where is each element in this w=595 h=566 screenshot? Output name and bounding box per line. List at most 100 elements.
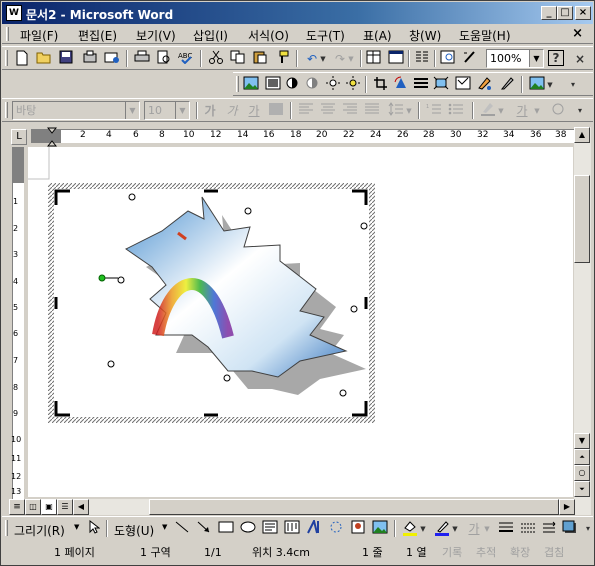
line-style-icon[interactable] (411, 76, 431, 94)
sizing-handle[interactable] (117, 276, 125, 284)
word-app-icon[interactable]: W (6, 5, 22, 21)
underline-button[interactable]: 가 (244, 102, 264, 120)
toolbar-grip[interactable] (236, 76, 239, 92)
zoom-select[interactable]: 100% ▼ (486, 49, 544, 68)
columns-icon[interactable] (412, 50, 432, 68)
line-tool-icon[interactable] (172, 520, 192, 538)
oval-tool-icon[interactable] (238, 520, 258, 538)
status-trk[interactable]: 추적 (476, 545, 496, 563)
font-color-dropdown-icon[interactable]: ▼ (532, 102, 542, 120)
align-left-icon[interactable] (296, 102, 316, 120)
dash-style-icon[interactable] (518, 520, 538, 538)
web-layout-icon[interactable]: ◫ (25, 499, 41, 515)
document-close-icon[interactable]: × (570, 50, 590, 68)
menubar-grip[interactable] (6, 27, 9, 41)
text-wrapping-icon[interactable] (453, 76, 473, 94)
menu-view[interactable]: 보기(V) (136, 27, 176, 44)
bullets-icon[interactable] (446, 102, 466, 120)
toolbar-grip[interactable] (5, 50, 8, 66)
set-transparent-color-icon[interactable] (497, 76, 517, 94)
new-document-icon[interactable] (12, 50, 32, 68)
numbering-icon[interactable]: 1 (424, 102, 444, 120)
character-shading-icon[interactable] (266, 102, 286, 120)
chevron-down-icon[interactable]: ▼ (529, 50, 543, 67)
fill-color-dropdown-icon[interactable]: ▼ (418, 520, 428, 538)
scroll-right-icon[interactable]: ▶ (559, 499, 575, 515)
draw-menu[interactable]: 그리기(R) (14, 522, 65, 539)
hscroll-thumb[interactable] (149, 499, 559, 515)
autoshapes-menu[interactable]: 도형(U) (114, 522, 154, 539)
vertical-ruler[interactable]: 1 2 3 4 5 6 7 8 9 10 11 12 13 (9, 147, 27, 499)
sizing-handle[interactable] (360, 222, 368, 230)
contrast-up-icon[interactable] (283, 76, 303, 94)
sizing-handle[interactable] (107, 360, 115, 368)
rectangle-tool-icon[interactable] (216, 520, 236, 538)
chevron-down-icon[interactable]: ▼ (125, 102, 139, 119)
bold-button[interactable]: 가 (200, 102, 220, 120)
indent-marker-icon[interactable] (47, 127, 57, 147)
select-objects-icon[interactable] (84, 519, 104, 538)
reset-dropdown-icon[interactable]: ▼ (545, 76, 555, 94)
italic-button[interactable]: 가 (222, 102, 242, 120)
distribute-icon[interactable] (362, 102, 382, 120)
format-picture-icon[interactable] (475, 76, 495, 94)
toolbar-options-icon[interactable]: ▾ (570, 102, 590, 120)
print-icon[interactable] (132, 50, 152, 68)
arrow-tool-icon[interactable] (194, 520, 214, 538)
font-color-button[interactable]: 가 (464, 520, 484, 538)
print-preview-icon[interactable] (154, 50, 174, 68)
redo-dropdown-icon[interactable]: ▼ (346, 50, 356, 68)
previous-page-icon[interactable]: ⏶ (574, 449, 590, 465)
scroll-up-icon[interactable]: ▲ (574, 127, 590, 143)
toolbar-options-icon[interactable]: ▾ (563, 76, 583, 94)
autoshapes-chevron-down-icon[interactable]: ▼ (162, 523, 167, 531)
insert-picture-icon[interactable] (241, 76, 261, 94)
open-folder-icon[interactable] (34, 50, 54, 68)
color-icon[interactable] (263, 76, 283, 94)
status-rec[interactable]: 기록 (442, 545, 462, 563)
toolbar-grip[interactable] (5, 520, 8, 536)
format-painter-icon[interactable] (272, 50, 292, 68)
menu-help[interactable]: 도움말(H) (459, 27, 511, 44)
fill-color-icon[interactable] (400, 520, 420, 538)
chevron-down-icon[interactable]: ▼ (175, 102, 189, 119)
cut-icon[interactable] (206, 50, 226, 68)
minimize-button[interactable]: _ (541, 6, 557, 20)
status-ext[interactable]: 확장 (510, 545, 530, 563)
undo-dropdown-icon[interactable]: ▼ (318, 50, 328, 68)
line-spacing-dropdown-icon[interactable]: ▼ (404, 102, 414, 120)
clip-art-icon[interactable] (348, 520, 368, 538)
brightness-down-icon[interactable] (343, 76, 363, 94)
line-spacing-icon[interactable] (386, 102, 406, 120)
sizing-handle[interactable] (244, 207, 252, 215)
spelling-check-icon[interactable]: ABC (176, 50, 196, 68)
show-hide-icon[interactable] (460, 50, 480, 68)
font-color-button[interactable]: 가 (512, 102, 532, 120)
reset-picture-icon[interactable] (527, 76, 547, 94)
arrow-style-icon[interactable] (540, 520, 560, 538)
highlight-icon[interactable] (478, 102, 498, 120)
toolbar-grip[interactable] (5, 102, 8, 118)
sizing-handle[interactable] (223, 374, 231, 382)
menu-format[interactable]: 서식(O) (248, 27, 289, 44)
align-center-icon[interactable] (318, 102, 338, 120)
help-icon[interactable]: ? (548, 50, 564, 66)
next-page-icon[interactable]: ⏷ (574, 481, 590, 497)
tables-borders-icon[interactable] (364, 50, 384, 68)
horizontal-scrollbar[interactable]: ≡ ◫ ▣ ☰ ◀ ▶ (9, 499, 591, 515)
line-color-dropdown-icon[interactable]: ▼ (450, 520, 460, 538)
menu-window[interactable]: 창(W) (409, 27, 441, 44)
font-color-dropdown-icon[interactable]: ▼ (482, 520, 492, 538)
menu-insert[interactable]: 삽입(I) (193, 27, 228, 44)
brightness-up-icon[interactable] (323, 76, 343, 94)
close-button[interactable]: × (575, 6, 591, 20)
document-map-icon[interactable] (438, 50, 458, 68)
copy-icon[interactable] (228, 50, 248, 68)
sizing-handle[interactable] (339, 389, 347, 397)
align-right-icon[interactable] (340, 102, 360, 120)
wordart-icon[interactable] (304, 518, 324, 538)
outline-view-icon[interactable]: ☰ (57, 499, 73, 515)
paste-icon[interactable] (250, 50, 270, 68)
insert-table-icon[interactable] (386, 50, 406, 68)
rotation-handle[interactable] (98, 274, 106, 282)
